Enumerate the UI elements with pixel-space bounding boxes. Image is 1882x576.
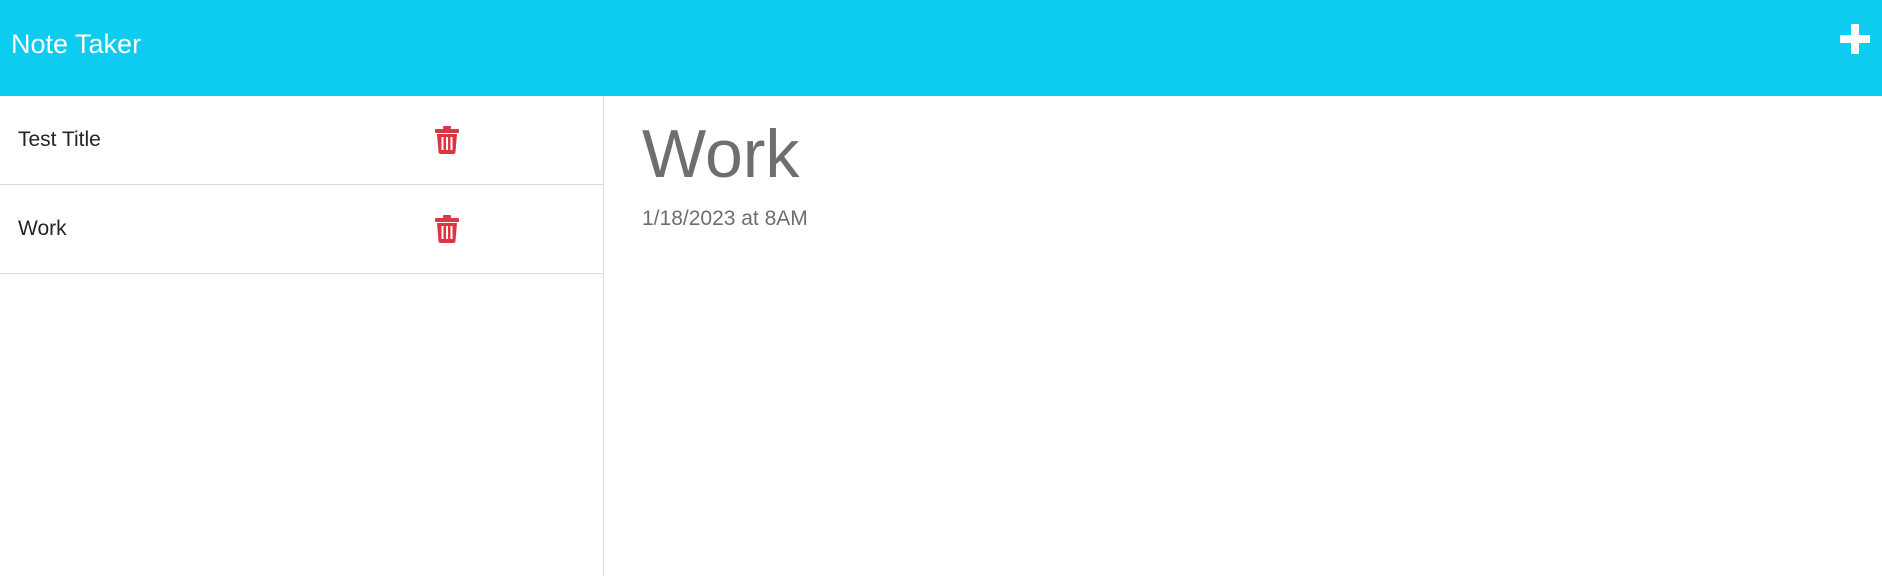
list-item[interactable]: Work [0, 185, 603, 274]
note-list: Test Title Work [0, 96, 604, 576]
plus-icon[interactable] [1840, 24, 1870, 54]
note-list-title[interactable]: Work [18, 216, 67, 242]
trash-icon[interactable] [435, 126, 459, 154]
note-title-field[interactable]: Work [642, 114, 799, 194]
note-editor: Work 1/18/2023 at 8AM [605, 96, 1882, 576]
note-text-field[interactable]: 1/18/2023 at 8AM [642, 206, 808, 232]
trash-icon[interactable] [435, 215, 459, 243]
app-title[interactable]: Note Taker [11, 28, 141, 60]
navbar: Note Taker [0, 0, 1882, 96]
list-item[interactable]: Test Title [0, 96, 603, 185]
note-list-title[interactable]: Test Title [18, 127, 101, 153]
